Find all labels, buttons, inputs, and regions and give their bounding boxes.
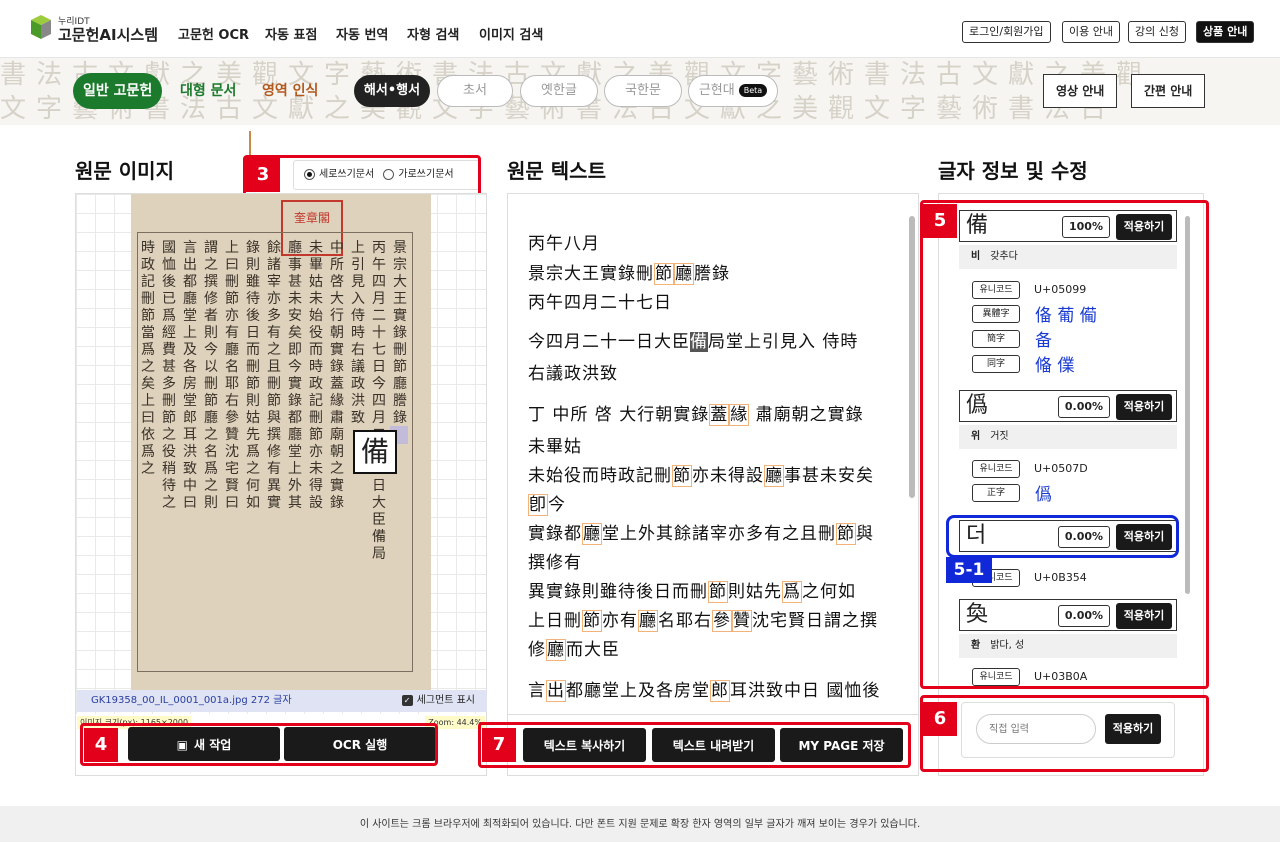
top-navigation-bar: 누리IDT 고문헌AI시스템 고문헌 OCR 자동 표점 자동 번역 자형 검색… (0, 0, 1280, 58)
script-pill-choseo[interactable]: 초서 (437, 75, 513, 107)
nav-glyph-search[interactable]: 자형 검색 (407, 24, 459, 43)
annotation-tag-4: 4 (84, 728, 118, 762)
checkbox-checked-icon: ✓ (401, 694, 413, 706)
scan-column: 廳事甚未安矣即今實錄都廳堂上外其 (288, 240, 302, 511)
mode-bar: 書法古文獻之美觀文字藝術書法古文獻之美觀文字藝術書法古文獻之美觀文字藝術書法古文… (0, 58, 1280, 167)
annotation-tag-6: 6 (923, 702, 957, 736)
annotation-tag-5-1: 5-1 (946, 557, 992, 583)
text-line[interactable]: 上日刪節亦有廳名耶右參 贊沈宅賢日謂之撰 (528, 606, 878, 632)
annotation-box-5 (920, 200, 1209, 689)
source-text-panel: 丙午八月 景宗大王實錄刪節 廳謄錄 丙午四月二十七日 今四月二十一日大臣備局堂上引… (507, 193, 919, 776)
segment-toggle[interactable]: ✓ 세그먼트 표시 (401, 690, 475, 712)
scan-column: 言出都廳堂上及各房堂郎耳洪致中曰 (183, 240, 197, 511)
lecture-button[interactable]: 강의 신청 (1128, 21, 1186, 43)
text-line[interactable]: 景宗大王實錄刪節 廳謄錄 (528, 259, 730, 285)
char-info-title: 글자 정보 및 수정 (938, 159, 1088, 183)
source-text-title: 원문 텍스트 (507, 159, 606, 183)
annotation-tag-7: 7 (482, 728, 516, 762)
text-line[interactable]: 今四月二十一日大臣備局堂上引見入 侍時 (528, 327, 858, 352)
scan-column: 時政記刪節當爲之矣上曰依爲之 (141, 240, 155, 477)
scan-column: 上引見入侍時右議政洪致 (351, 240, 365, 426)
video-guide-button[interactable]: 영상 안내 (1043, 74, 1118, 108)
text-line[interactable]: 言出都廳堂上及各房堂郎耳洪致中日 國恤後 (528, 676, 880, 702)
text-line[interactable]: 未畢姑 (528, 432, 582, 457)
script-pill-old-hangul[interactable]: 옛한글 (520, 75, 598, 107)
text-line[interactable]: 實錄都廳堂上外其餘諸宰亦多有之且刪節與 (528, 519, 874, 545)
nav-punctuation[interactable]: 자동 표점 (265, 24, 317, 43)
script-pill-haeseo[interactable]: 해서•행서 (354, 75, 430, 107)
annotation-box-6 (920, 695, 1209, 772)
text-scrollbar[interactable] (909, 216, 915, 498)
doc-type-region[interactable]: 영역 인식 (252, 73, 328, 109)
text-line[interactable]: 撰修有 (528, 548, 582, 573)
product-button[interactable]: 상품 안내 (1196, 21, 1255, 43)
quick-guide-button[interactable]: 간편 안내 (1131, 74, 1206, 108)
brand-name[interactable]: 고문헌AI시스템 (58, 24, 158, 45)
annotation-tag-3: 3 (246, 158, 280, 192)
scan-column: 未畢姑未始役而時政記刪節亦未得設 (309, 240, 323, 511)
scan-column: 國恤後已爲經費甚多刪節之役稍待之 (162, 240, 176, 511)
file-info: GK19358_00_IL_0001_001a.jpg 272 글자 (91, 695, 292, 706)
text-line[interactable]: 卽今 (528, 490, 566, 516)
scan-column: 上曰刪節亦有廳名耶右參贊沈宅賢曰 (225, 240, 239, 511)
source-image-panel: 奎章閣 景宗大王實錄刪節廳謄錄 丙午四月二十七日今四月二十一日大臣備局 上引見入… (75, 193, 487, 776)
text-line[interactable]: 右議政洪致 (528, 359, 618, 384)
scan-column: 景宗大王實錄刪節廳謄錄 (393, 240, 407, 426)
cube-logo-icon (31, 15, 51, 39)
annotation-box-4 (80, 723, 438, 766)
scan-column: 中所啓大行朝實錄蓋緣肅廟朝之實錄 (330, 240, 344, 511)
scan-column: 謂之撰修者則今以刪節廳之名爲之則 (204, 240, 218, 511)
doc-type-large[interactable]: 대형 문서 (170, 73, 246, 109)
doc-type-general[interactable]: 일반 고문헌 (73, 73, 163, 109)
login-button[interactable]: 로그인/회원가입 (962, 21, 1051, 43)
annotation-tag-5: 5 (923, 204, 957, 238)
source-image-title: 원문 이미지 (75, 159, 174, 183)
scan-column: 錄則雖待後日而刪節則姑先爲之何如 (246, 240, 260, 511)
nav-image-search[interactable]: 이미지 검색 (479, 24, 543, 43)
scan-column: 丙午四月二十七日今四月二十一日大臣備局 (372, 240, 386, 562)
scan-column: 餘諸宰亦多有之且刪節與撰修有異實 (267, 240, 281, 511)
image-file-info-bar: GK19358_00_IL_0001_001a.jpg 272 글자 ✓ 세그먼트… (77, 690, 487, 712)
text-line[interactable]: 異實錄則雖待後日而刪節則姑先爲之何如 (528, 577, 856, 603)
text-line[interactable]: 丙午八月 (528, 229, 600, 254)
selected-char[interactable]: 備 (690, 332, 708, 352)
text-line[interactable]: 丁 中所 啓 大行朝實錄蓋緣 肅廟朝之實錄 (528, 400, 864, 426)
usage-guide-button[interactable]: 이용 안내 (1062, 21, 1120, 43)
text-line[interactable]: 丙午四月二十七日 (528, 288, 672, 313)
zoomed-char-preview: 備 (353, 430, 397, 474)
nav-translation[interactable]: 자동 번역 (336, 24, 388, 43)
annotation-box-7 (478, 722, 911, 768)
footer-notice: 이 사이트는 크롬 브라우저에 최적화되어 있습니다. 다만 폰트 지원 문제로… (0, 806, 1280, 842)
script-pill-gukhanmun[interactable]: 국한문 (604, 75, 682, 107)
text-line[interactable]: 未始役而時政記刪節亦未得設廳事甚未安矣 (528, 461, 874, 487)
beta-badge: Beta (738, 84, 768, 97)
script-pill-modern[interactable]: 근현대 Beta (688, 75, 778, 107)
text-line[interactable]: 修廳而大臣 (528, 635, 620, 661)
nav-ocr[interactable]: 고문헌 OCR (178, 24, 249, 43)
annotation-box-5-1 (946, 515, 1179, 558)
